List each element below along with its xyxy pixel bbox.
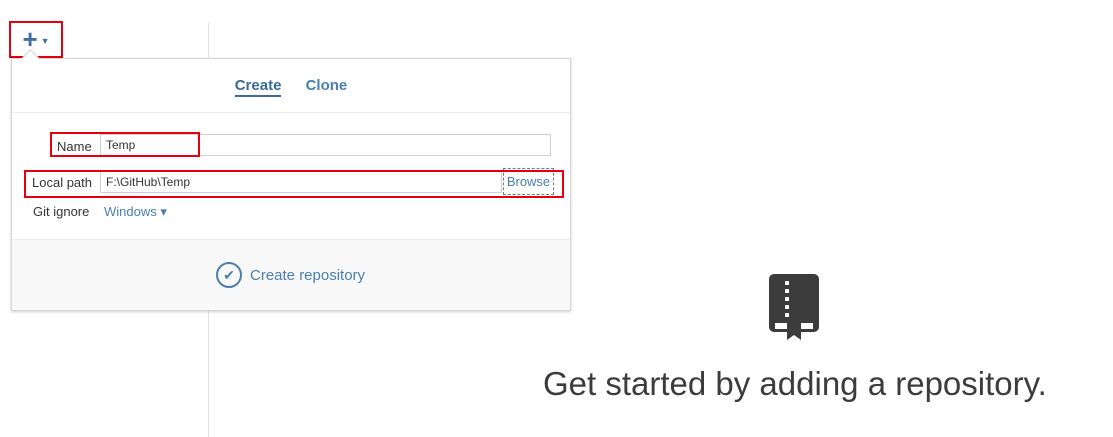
- git-ignore-label: Git ignore: [33, 204, 90, 219]
- browse-button[interactable]: Browse: [503, 168, 554, 195]
- popup-footer: ✔ Create repository: [12, 239, 570, 310]
- create-repository-button[interactable]: ✔ Create repository: [216, 262, 365, 288]
- empty-state-message: Get started by adding a repository.: [543, 365, 1047, 402]
- add-repository-button[interactable]: + ▼: [9, 21, 63, 58]
- plus-icon: +: [22, 23, 38, 54]
- repo-book-icon: [769, 274, 819, 340]
- popup-tabs: Create Clone: [12, 77, 570, 97]
- create-repository-popup: Create Clone Name Temp Local path F:\Git…: [11, 49, 571, 311]
- tab-clone[interactable]: Clone: [306, 77, 348, 94]
- local-path-label: Local path: [32, 175, 92, 190]
- check-circle-icon: ✔: [216, 262, 242, 288]
- caret-down-icon: ▼: [40, 35, 50, 46]
- tabs-divider: [12, 112, 570, 113]
- local-path-field[interactable]: F:\GitHub\Temp: [100, 171, 502, 193]
- git-ignore-dropdown[interactable]: Windows ▾: [104, 204, 167, 220]
- name-field[interactable]: Temp: [100, 134, 551, 156]
- name-label: Name: [57, 139, 92, 154]
- create-repository-label: Create repository: [250, 266, 366, 284]
- tab-create[interactable]: Create: [234, 77, 282, 97]
